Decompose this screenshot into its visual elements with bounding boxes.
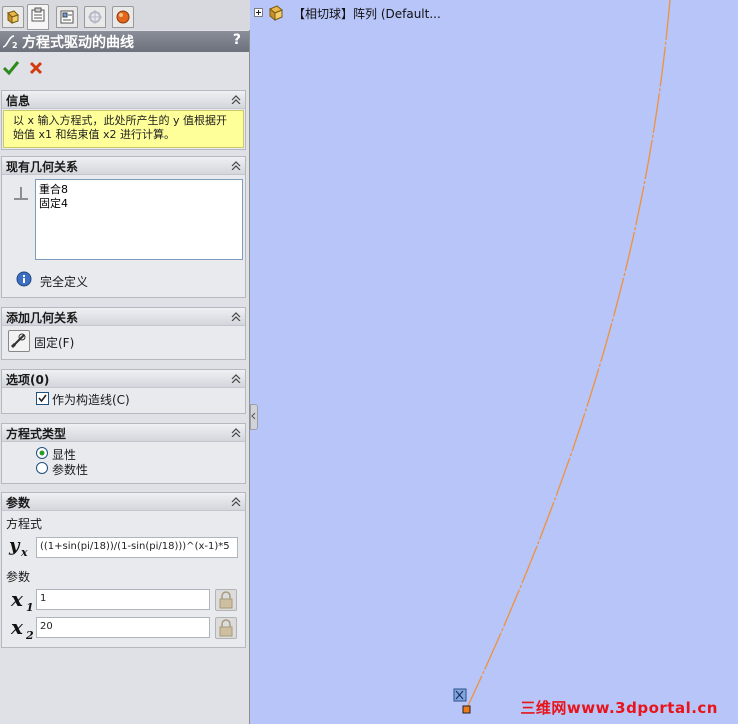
params-label: 参数	[6, 570, 31, 584]
equation-type-header[interactable]: 方程式类型	[2, 424, 245, 442]
feature-tree-icon	[7, 10, 19, 24]
tab-display-manager[interactable]	[112, 6, 134, 28]
options-header[interactable]: 选项(0)	[2, 370, 245, 388]
yx-icon: yx	[8, 535, 28, 559]
add-relations-group: 添加几何关系 固定(F)	[1, 307, 246, 360]
relations-list[interactable]: 重合8 固定4	[35, 179, 243, 260]
svg-text:x: x	[20, 546, 28, 559]
property-manager-panel: 2 方程式驱动的曲线 ? 信息 以 x 输入方程式，此处所产生的 y 值根据开始…	[0, 0, 250, 724]
x2-lock-button[interactable]	[215, 617, 237, 639]
collapse-chevron-icon[interactable]	[231, 161, 241, 170]
equation-curve-icon: 2	[2, 35, 18, 49]
x1-lock-button[interactable]	[215, 589, 237, 611]
tab-dimxpert-manager[interactable]	[84, 6, 106, 28]
x2-icon: x2	[10, 617, 34, 641]
page-title: 方程式驱动的曲线	[22, 35, 134, 51]
x1-input[interactable]: 1	[36, 589, 210, 610]
tab-configuration-manager[interactable]	[56, 6, 78, 28]
equation-input[interactable]: ((1+sin(pi/18))/(1-sin(pi/18)))^(x-1)*5	[36, 537, 238, 558]
svg-text:x: x	[10, 617, 24, 639]
options-title: 选项(0)	[6, 373, 50, 387]
svg-text:x: x	[10, 589, 24, 611]
collapse-chevron-icon[interactable]	[231, 428, 241, 437]
explicit-radio[interactable]	[36, 447, 48, 459]
display-manager-icon	[116, 10, 130, 24]
collapse-chevron-icon[interactable]	[231, 95, 241, 104]
parameters-header[interactable]: 参数	[2, 493, 245, 511]
ok-check-icon[interactable]	[2, 59, 20, 77]
existing-relations-header[interactable]: 现有几何关系	[2, 157, 245, 175]
svg-text:y: y	[8, 535, 21, 556]
svg-text:1: 1	[26, 601, 34, 613]
fix-relation-label[interactable]: 固定(F)	[34, 334, 74, 351]
manager-tab-bar	[0, 0, 250, 30]
graphics-area[interactable]	[252, 0, 738, 724]
construction-label[interactable]: 作为构造线(C)	[52, 391, 130, 408]
relation-icon	[14, 187, 28, 200]
equation-type-group: 方程式类型 显性 参数性	[1, 423, 246, 484]
info-group-title: 信息	[6, 94, 31, 108]
equation-type-title: 方程式类型	[6, 427, 67, 441]
svg-text:2: 2	[25, 629, 34, 641]
parametric-label[interactable]: 参数性	[52, 461, 88, 478]
cancel-x-icon[interactable]	[28, 59, 44, 77]
add-relations-title: 添加几何关系	[6, 311, 79, 325]
parametric-radio[interactable]	[36, 462, 48, 474]
watermark-text: 三维网www.3dportal.cn	[520, 699, 718, 717]
status-label: 完全定义	[40, 275, 89, 289]
info-message: 以 x 输入方程式，此处所产生的 y 值根据开始值 x1 和结束值 x2 进行计…	[3, 110, 244, 148]
configuration-icon	[60, 10, 74, 24]
info-group-header[interactable]: 信息	[2, 91, 245, 109]
info-icon	[16, 271, 32, 287]
options-group: 选项(0) 作为构造线(C)	[1, 369, 246, 414]
svg-text:2: 2	[12, 41, 18, 49]
equation-curve	[466, 0, 671, 709]
fix-relation-button[interactable]	[8, 330, 30, 352]
parameters-title: 参数	[6, 496, 31, 510]
x2-input[interactable]: 20	[36, 617, 210, 638]
x1-icon: x1	[10, 589, 34, 613]
property-manager-title-bar: 2 方程式驱动的曲线 ?	[0, 31, 249, 52]
collapse-chevron-icon[interactable]	[231, 374, 241, 383]
tab-feature-manager[interactable]	[2, 6, 24, 28]
info-group: 信息 以 x 输入方程式，此处所产生的 y 值根据开始值 x1 和结束值 x2 …	[1, 90, 246, 150]
list-item[interactable]: 重合8	[39, 183, 239, 197]
property-manager-icon	[31, 7, 45, 22]
existing-relations-group: 现有几何关系 重合8 固定4 完全定义	[1, 156, 246, 298]
tab-property-manager[interactable]	[27, 4, 49, 30]
collapse-chevron-icon[interactable]	[231, 497, 241, 506]
lock-icon	[219, 619, 233, 637]
parameters-group: 参数 方程式 yx ((1+sin(pi/18))/(1-sin(pi/18))…	[1, 492, 246, 648]
origin-icon	[453, 688, 467, 702]
construction-checkbox[interactable]	[36, 392, 49, 405]
existing-relations-title: 现有几何关系	[6, 160, 79, 174]
dimxpert-icon	[88, 10, 102, 24]
add-relations-header[interactable]: 添加几何关系	[2, 308, 245, 326]
equation-label: 方程式	[6, 517, 43, 531]
fix-icon	[10, 333, 26, 349]
curve-endpoint-handle	[462, 705, 471, 714]
list-item[interactable]: 固定4	[39, 197, 239, 211]
collapse-chevron-icon[interactable]	[231, 312, 241, 321]
help-button[interactable]: ?	[233, 32, 241, 48]
lock-icon	[219, 591, 233, 609]
